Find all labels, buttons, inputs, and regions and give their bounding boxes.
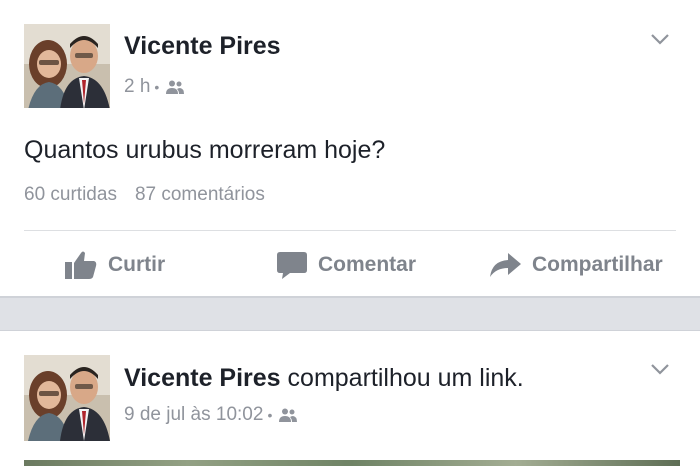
comments-count[interactable]: 87 comentários — [135, 184, 265, 206]
post-stats: 60 curtidas 87 comentários — [24, 184, 265, 206]
post-card: Vicente Pires 2 h • Quantos urubus morre… — [0, 0, 700, 298]
separator-dot: • — [267, 407, 273, 423]
share-label: Compartilhar — [532, 253, 663, 276]
avatar[interactable] — [24, 355, 110, 441]
friends-icon[interactable] — [165, 79, 185, 95]
friends-icon[interactable] — [278, 407, 298, 423]
likes-count[interactable]: 60 curtidas — [24, 184, 117, 206]
thumbs-up-icon — [65, 251, 97, 279]
post-meta: 9 de jul às 10:02 • — [124, 404, 298, 426]
comment-button[interactable]: Comentar — [276, 248, 416, 282]
avatar-photo — [24, 24, 110, 108]
speech-bubble-icon — [277, 252, 307, 279]
share-arrow-icon — [490, 253, 521, 277]
post-action-text: compartilhou um link. — [287, 364, 524, 392]
like-label: Curtir — [108, 253, 166, 276]
post-card — [0, 330, 700, 466]
separator-dot: • — [154, 79, 160, 95]
avatar[interactable] — [24, 24, 110, 108]
divider — [24, 230, 676, 231]
post-timestamp[interactable]: 2 h — [124, 76, 150, 98]
comment-label: Comentar — [318, 253, 417, 276]
avatar-photo — [24, 355, 110, 441]
post-meta: 2 h • — [124, 76, 185, 98]
chevron-down-icon[interactable] — [650, 32, 670, 46]
author-name[interactable]: Vicente Pires — [124, 32, 281, 61]
action-bar: Curtir Comentar Compartilhar — [0, 240, 700, 290]
post-timestamp[interactable]: 9 de jul às 10:02 — [124, 404, 263, 426]
link-preview-image[interactable] — [24, 460, 680, 466]
author-line: Vicente Pires compartilhou um link. — [124, 364, 524, 393]
author-name[interactable]: Vicente Pires — [124, 364, 281, 392]
post-text: Quantos urubus morreram hoje? — [24, 136, 386, 164]
chevron-down-icon[interactable] — [650, 362, 670, 376]
share-button[interactable]: Compartilhar — [488, 248, 663, 282]
like-button[interactable]: Curtir — [64, 248, 165, 282]
